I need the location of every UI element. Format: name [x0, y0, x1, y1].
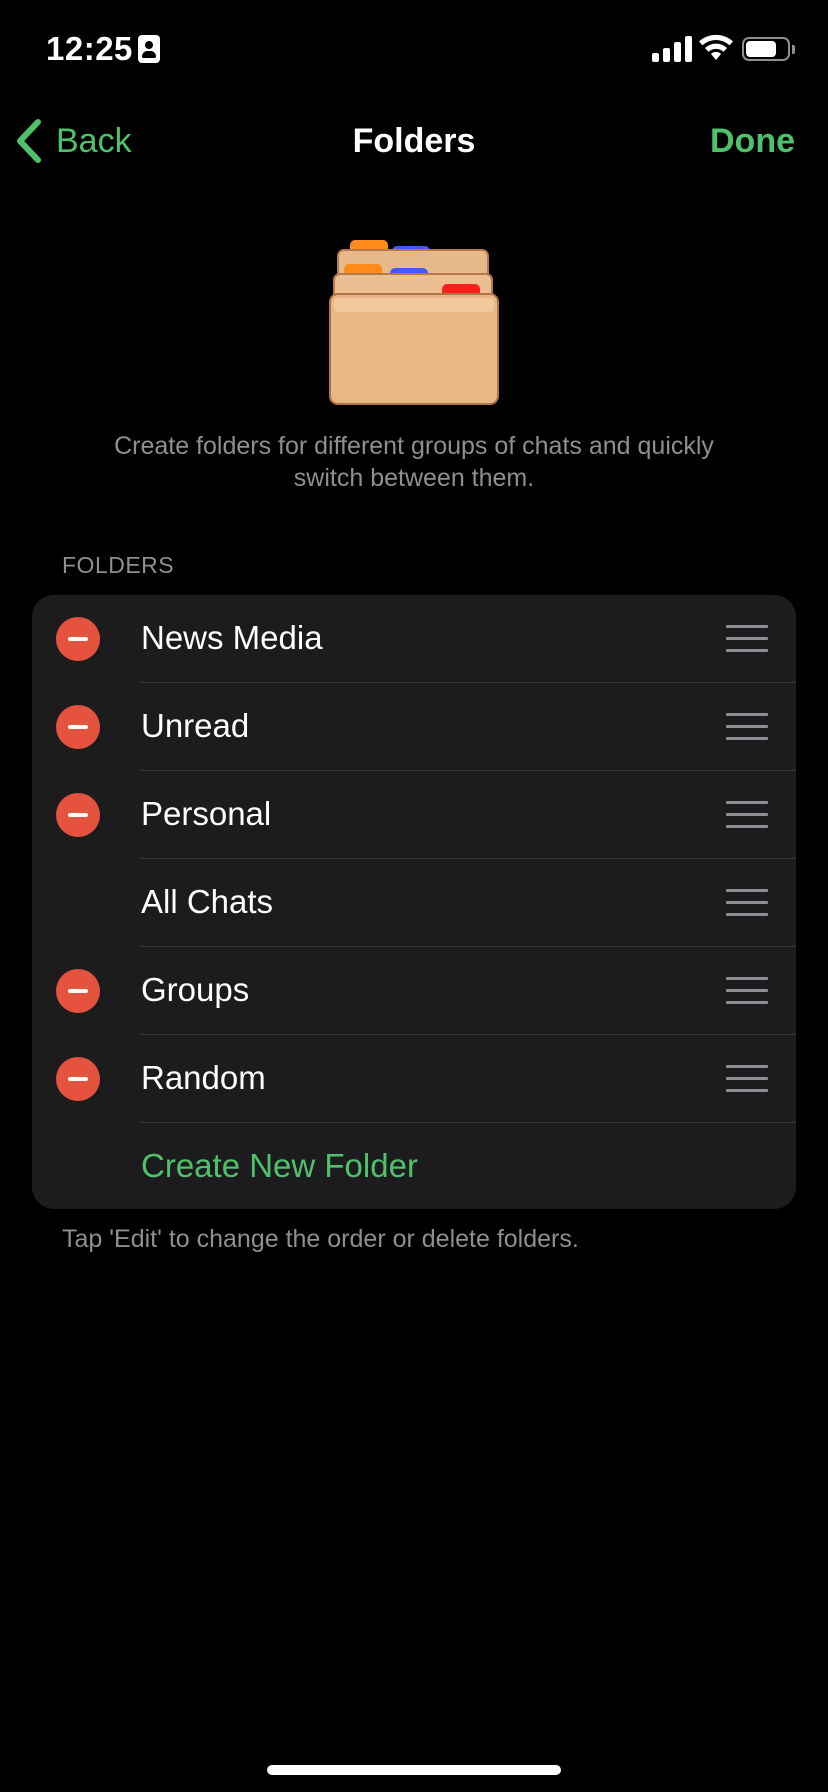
drag-handle-icon[interactable]	[726, 801, 768, 829]
delete-icon[interactable]	[56, 705, 100, 749]
drag-handle-icon[interactable]	[726, 889, 768, 917]
delete-icon[interactable]	[56, 1057, 100, 1101]
intro-text: Create folders for different groups of c…	[114, 432, 714, 492]
drag-handle-icon[interactable]	[726, 625, 768, 653]
folder-name: All Chats	[141, 883, 274, 920]
folder-name: News Media	[141, 619, 323, 656]
folder-row[interactable]: Groups	[32, 947, 796, 1035]
drag-handle-icon[interactable]	[726, 977, 768, 1005]
folder-cabinet-icon	[329, 240, 499, 405]
delete-icon[interactable]	[56, 793, 100, 837]
folder-name: Unread	[141, 707, 250, 744]
done-button[interactable]: Done	[710, 122, 795, 161]
battery-cap	[792, 45, 795, 54]
footer-note: Tap 'Edit' to change the order or delete…	[62, 1225, 579, 1253]
wifi-icon	[699, 34, 733, 60]
battery-icon	[742, 37, 790, 61]
folder-name: Groups	[141, 971, 250, 1008]
folder-name: Personal	[141, 795, 272, 832]
delete-icon[interactable]	[56, 617, 100, 661]
signal-icon	[652, 36, 692, 62]
battery-level	[746, 41, 776, 57]
drag-handle-icon[interactable]	[726, 713, 768, 741]
folder-row[interactable]: News Media	[32, 595, 796, 683]
home-indicator[interactable]	[267, 1765, 561, 1775]
drag-handle-icon[interactable]	[726, 1065, 768, 1093]
folder-row[interactable]: Random	[32, 1035, 796, 1123]
folder-name: Random	[141, 1059, 266, 1096]
create-folder-row[interactable]: Create New Folder	[32, 1123, 796, 1209]
status-time: 12:25	[46, 30, 133, 67]
contact-card-icon	[138, 35, 160, 63]
navigation-bar: Back Folders Done	[0, 100, 828, 180]
page-title: Folders	[352, 122, 476, 160]
create-folder-button[interactable]: Create New Folder	[141, 1147, 418, 1185]
folder-row[interactable]: Unread	[32, 683, 796, 771]
folders-list: News Media Unread Personal All Chats Gro…	[32, 595, 796, 1209]
folder-row[interactable]: Personal	[32, 771, 796, 859]
status-bar: 12:25	[0, 0, 828, 100]
folder-row[interactable]: All Chats	[32, 859, 796, 947]
section-header: FOLDERS	[62, 552, 175, 578]
delete-icon[interactable]	[56, 969, 100, 1013]
